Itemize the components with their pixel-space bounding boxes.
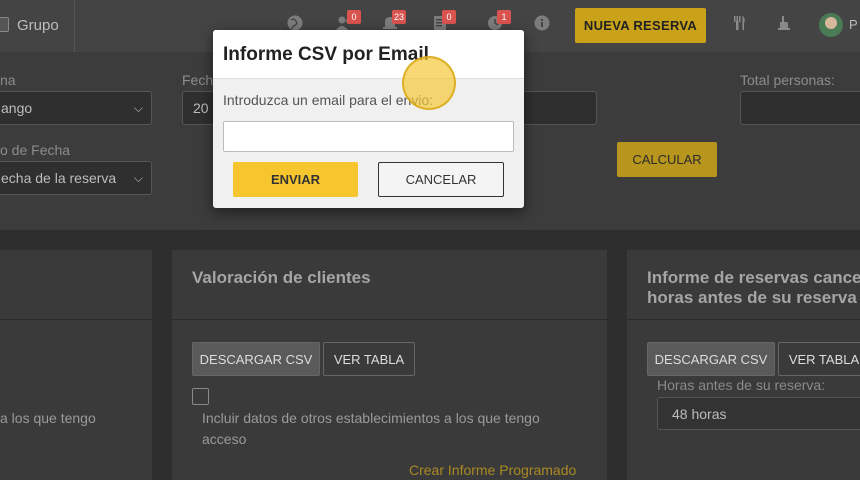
date-value: 20 [193,100,209,116]
cancel-button[interactable]: CANCELAR [378,162,504,197]
csv-email-modal: Informe CSV por Email Introduzca un emai… [213,30,524,208]
new-booking-button[interactable]: NUEVA RESERVA [575,8,706,43]
scheduled-report-link[interactable]: Crear Informe Programado [409,462,576,478]
group-label: Grupo [17,17,59,34]
bell-service-icon[interactable] [774,14,794,34]
chevron-down-icon: ⌵ [133,101,143,115]
modal-header: Informe CSV por Email [213,30,524,79]
total-people-input[interactable] [740,91,860,125]
date-input[interactable]: 20 [182,91,215,125]
user-name[interactable]: P [849,17,858,32]
download-csv-button[interactable]: DESCARGAR CSV [192,342,320,376]
hours-select[interactable]: 48 horas [657,397,860,430]
view-table-button[interactable]: VER TABLA [778,342,860,376]
left-card: a los que tengo [0,250,152,480]
modal-title: Informe CSV por Email [223,44,429,65]
user-avatar[interactable] [819,13,843,37]
hours-label: Horas antes de su reserva: [657,377,826,393]
datetype-label: o de Fecha [0,142,71,158]
view-table-button[interactable]: VER TABLA [323,342,415,376]
info-icon[interactable] [532,14,552,34]
left-card-header [0,250,152,320]
valoracion-card: Valoración de clientes DESCARGAR CSV VER… [172,250,607,480]
valoracion-card-header: Valoración de clientes [172,250,607,320]
send-button[interactable]: ENVIAR [233,162,358,197]
left-card-text: a los que tengo [0,410,96,426]
topbar-divider [74,0,75,52]
tasks-badge: 0 [442,10,456,24]
chevron-down-icon: ⌵ [133,171,143,185]
include-text: Incluir datos de otros establecimientos … [202,410,540,447]
download-csv-button[interactable]: DESCARGAR CSV [647,342,775,376]
range-value: ango [1,100,33,116]
valoracion-title: Valoración de clientes [192,268,371,287]
notifications-badge: 23 [392,10,407,24]
clock-badge: 1 [497,10,511,24]
total-people-label: Total personas: [740,72,835,88]
cancellation-title: Informe de reservas cance horas antes de… [647,268,860,307]
users-badge: 0 [347,10,361,24]
hours-value: 48 horas [672,406,727,422]
cancellation-card: Informe de reservas cance horas antes de… [627,250,860,480]
include-checkbox[interactable] [192,388,209,405]
section-gap [0,230,860,250]
group-checkbox[interactable] [0,17,9,32]
email-prompt: Introduzca un email para el envio: [223,92,434,108]
datetype-select[interactable]: echa de la reserva ⌵ [0,161,152,195]
calculate-button[interactable]: CALCULAR [617,142,717,177]
cutlery-icon[interactable] [729,14,749,34]
range-label: na [0,72,16,88]
range-select[interactable]: ango ⌵ [0,91,152,125]
column-gap [607,250,627,480]
column-gap [152,250,172,480]
cursor-indicator [402,56,456,110]
cancellation-card-header: Informe de reservas cance horas antes de… [627,250,860,320]
email-field[interactable] [223,121,514,152]
datetype-value: echa de la reserva [1,170,117,186]
